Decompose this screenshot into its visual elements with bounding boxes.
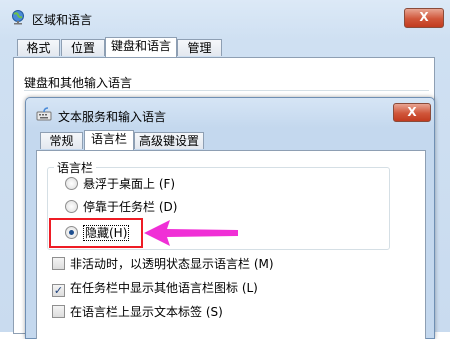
window-title: 区域和语言 [32,13,93,27]
tab-keyboards-languages[interactable]: 键盘和语言 [105,37,177,57]
globe-icon [12,10,24,25]
checkbox-transparent-when-inactive[interactable]: 非活动时，以透明状态显示语言栏 (M) [52,257,274,271]
radio-label: 停靠于任务栏 (D) [83,200,178,214]
pink-arrow-icon [144,220,238,246]
checkbox-label: 在任务栏中显示其他语言栏图标 (L) [70,281,258,295]
tab-language-bar[interactable]: 语言栏 [84,130,134,150]
tab-administrative[interactable]: 管理 [177,39,222,56]
radio-dock-in-taskbar[interactable]: 停靠于任务栏 (D) [65,200,177,214]
checkbox[interactable] [52,257,65,270]
checkbox-label: 在语言栏上显示文本标签 (S) [70,305,223,319]
tab-location[interactable]: 位置 [61,39,105,56]
checkbox-label: 非活动时，以透明状态显示语言栏 (M) [70,257,274,271]
dialog-title: 文本服务和输入语言 [58,110,167,124]
checkbox-show-extra-icons[interactable]: ✓ 在任务栏中显示其他语言栏图标 (L) [52,281,258,297]
keyboards-group-label: 键盘和其他输入语言 [24,76,133,90]
radio-button[interactable] [65,200,78,213]
group-divider [24,90,429,91]
dialog-close-button[interactable]: X [393,103,431,122]
radio-button[interactable] [65,177,78,190]
tab-general[interactable]: 常规 [40,132,83,149]
checkbox-checked[interactable]: ✓ [52,284,65,297]
keyboard-icon [36,107,52,121]
close-button[interactable]: X [404,8,444,28]
checkbox-show-text-labels[interactable]: 在语言栏上显示文本标签 (S) [52,305,223,319]
tab-advanced-key-settings[interactable]: 高级键设置 [134,132,204,149]
tab-formats[interactable]: 格式 [17,39,60,56]
radio-label: 悬浮于桌面上 (F) [83,177,176,191]
checkbox[interactable] [52,305,65,318]
language-bar-caption: 语言栏 [54,159,97,176]
outer-title-bar[interactable]: 区域和语言 X [0,0,450,36]
red-highlight-box [49,218,143,248]
radio-float-on-desktop[interactable]: 悬浮于桌面上 (F) [65,177,175,191]
